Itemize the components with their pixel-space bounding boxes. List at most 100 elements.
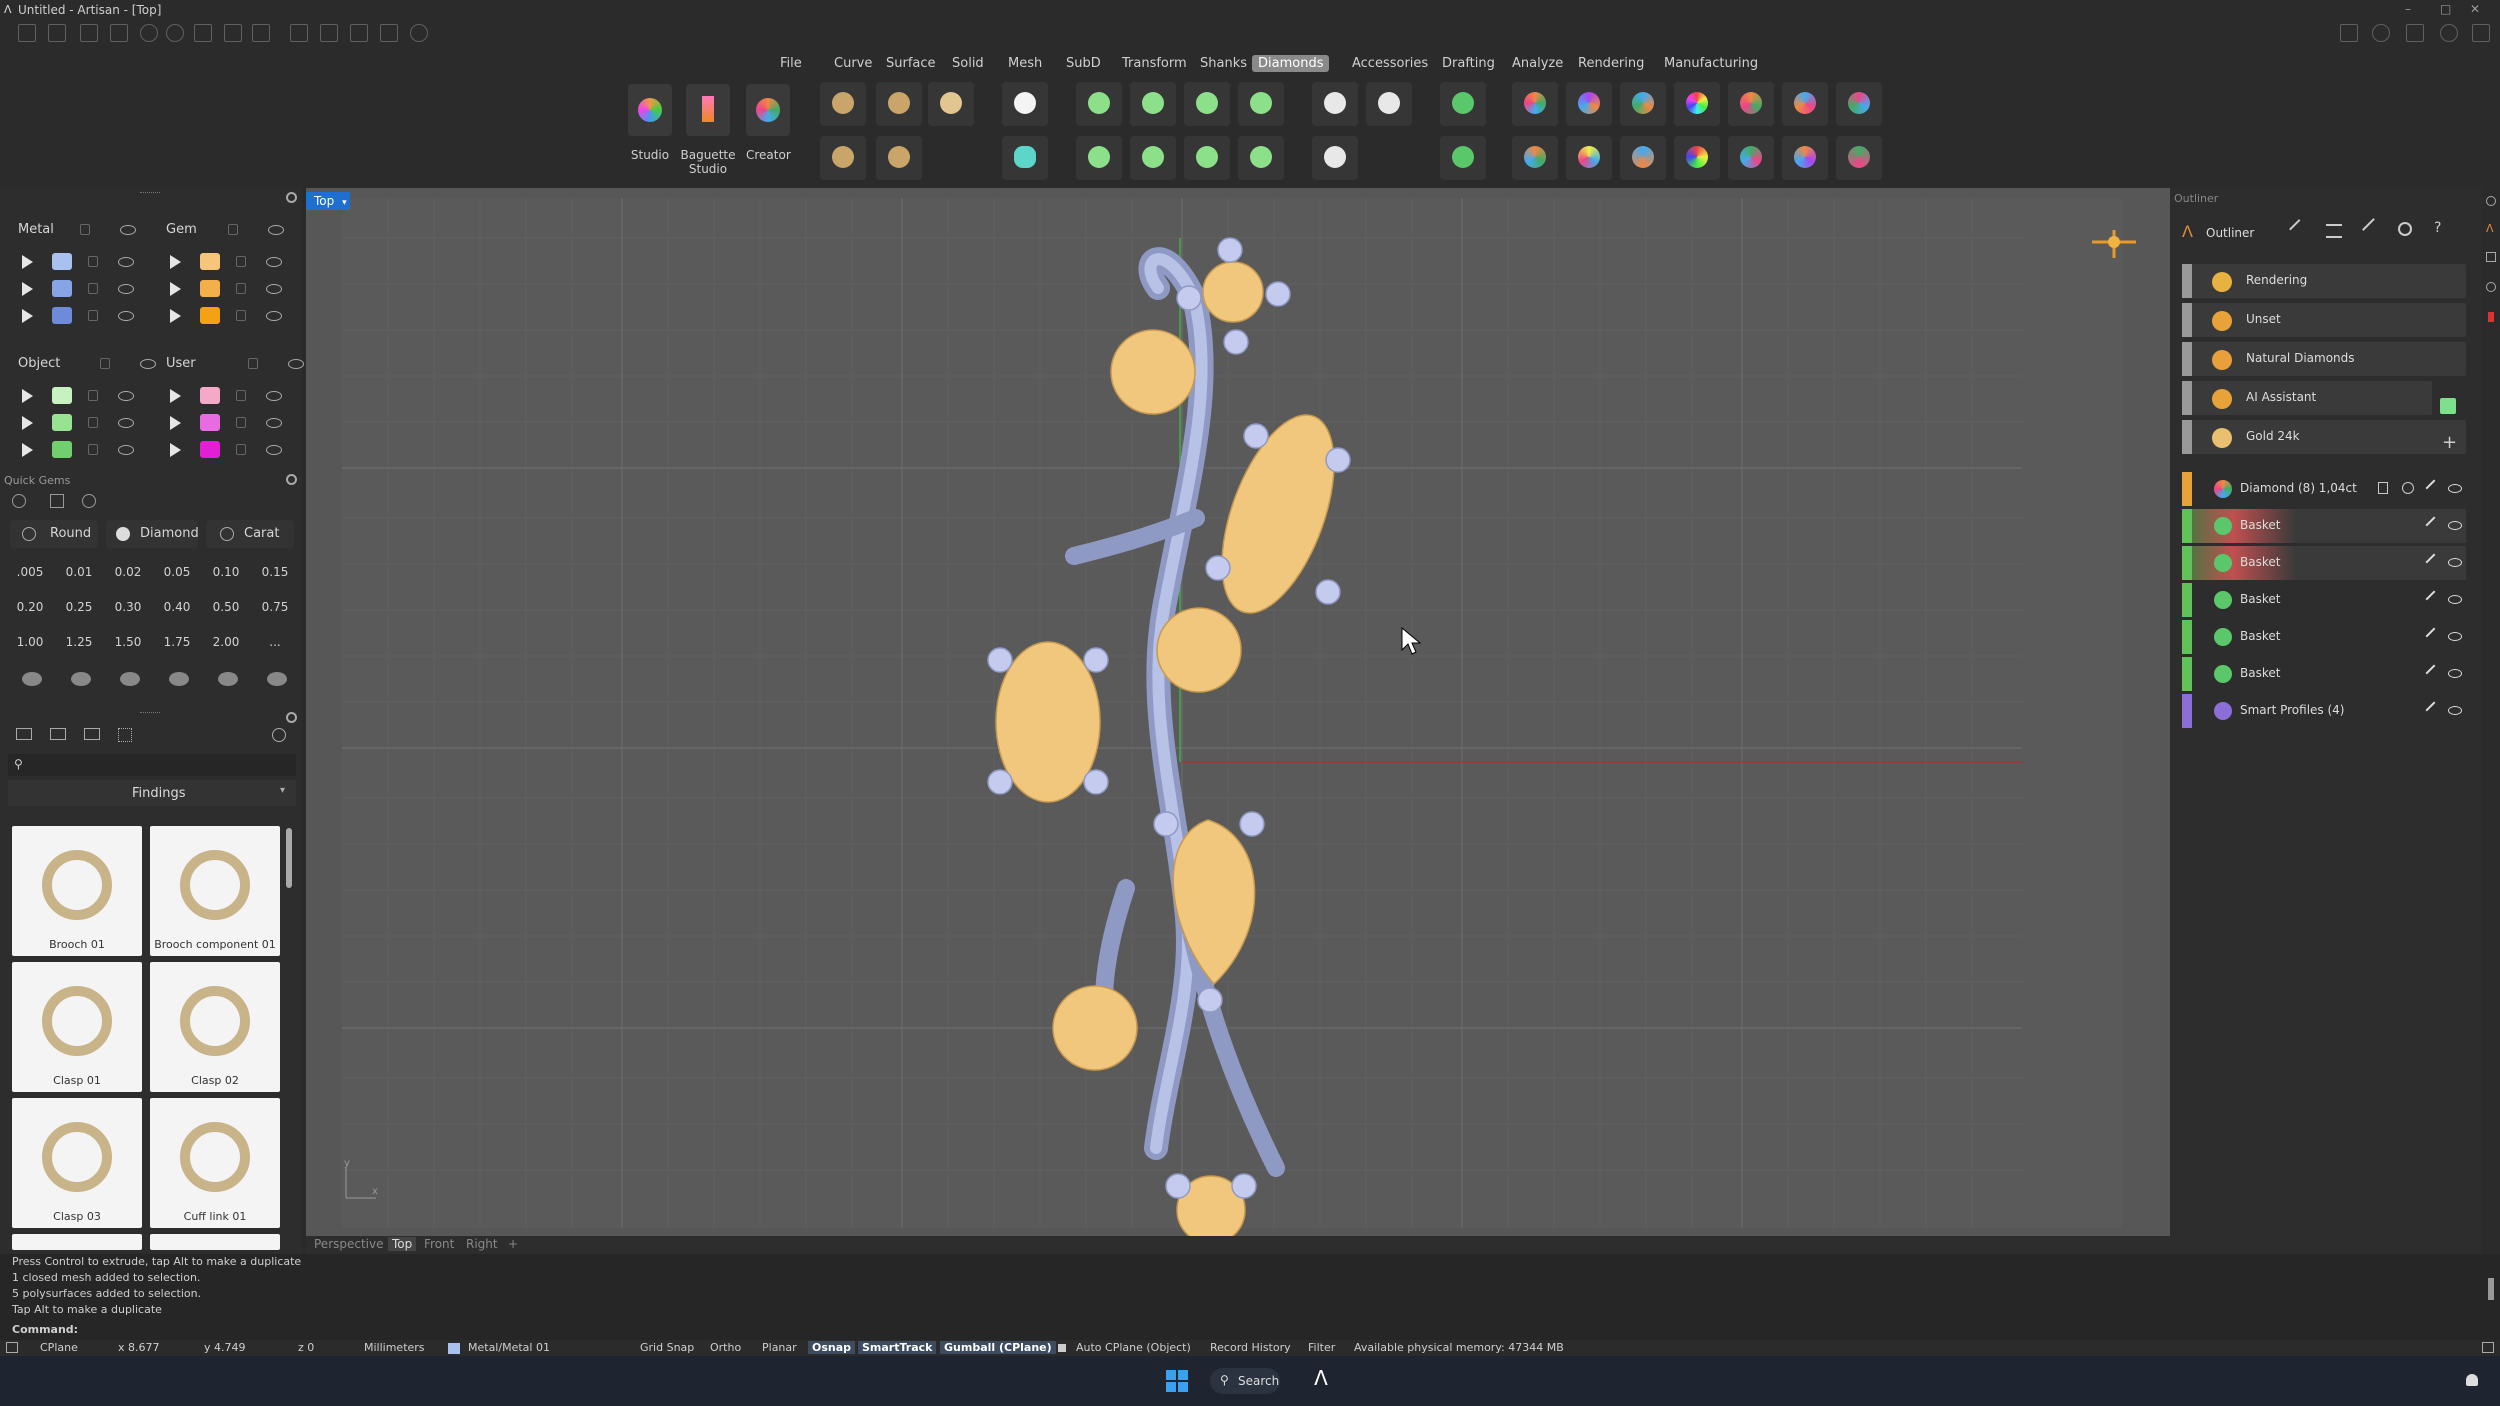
metal-layer-3-play-icon[interactable] bbox=[22, 309, 33, 323]
halo-setting-button[interactable] bbox=[1238, 136, 1284, 180]
outliner-panel-rendering[interactable]: Rendering bbox=[2182, 264, 2466, 298]
channel-setting-button[interactable] bbox=[1184, 82, 1230, 126]
open-icon[interactable] bbox=[80, 24, 98, 42]
object-layer-1-color[interactable] bbox=[52, 387, 72, 404]
gem-layer-3-eye-icon[interactable] bbox=[266, 311, 282, 321]
oval-gem-button[interactable] bbox=[1002, 136, 1048, 180]
gem-count-button[interactable] bbox=[1512, 136, 1558, 180]
edit-icon[interactable] bbox=[2425, 627, 2443, 645]
gem-material-button[interactable] bbox=[1728, 82, 1774, 126]
pencil-icon[interactable] bbox=[2362, 218, 2382, 238]
metal-layer-2-lock-icon[interactable] bbox=[88, 283, 98, 294]
gem-scatter-button[interactable] bbox=[820, 136, 866, 180]
gem-size-button[interactable]: 0.25 bbox=[57, 593, 101, 621]
viewport-tab-right[interactable]: Right bbox=[466, 1237, 498, 1251]
user-layer-1-lock-icon[interactable] bbox=[236, 390, 246, 401]
record-history-toggle[interactable]: Record History bbox=[1206, 1341, 1295, 1354]
outliner-tree-row[interactable]: Diamond (8) 1,04ct bbox=[2182, 472, 2466, 506]
outliner-tree-row[interactable]: Basket bbox=[2182, 509, 2466, 543]
library-item[interactable]: Clasp 02 bbox=[150, 962, 280, 1092]
user-layer-1-play-icon[interactable] bbox=[170, 389, 181, 403]
outliner-tree-row[interactable]: Basket bbox=[2182, 657, 2466, 691]
new-template-icon[interactable] bbox=[48, 24, 66, 42]
viewport-canvas[interactable]: x y bbox=[306, 188, 2170, 1236]
library-item[interactable]: Brooch 01 bbox=[12, 826, 142, 956]
prong-setting-button[interactable] bbox=[1076, 82, 1122, 126]
gem-layer-3-color[interactable] bbox=[200, 307, 220, 324]
pave-setting-button[interactable] bbox=[1238, 82, 1284, 126]
metal-layer-2-color[interactable] bbox=[52, 280, 72, 297]
left-panel-gear-icon[interactable] bbox=[286, 192, 297, 203]
current-layer[interactable]: Metal/Metal 01 bbox=[464, 1341, 554, 1354]
gem-align-button[interactable] bbox=[1836, 82, 1882, 126]
status-panel-icon[interactable] bbox=[2482, 1342, 2494, 1353]
user-layer-2-eye-icon[interactable] bbox=[266, 418, 282, 428]
gem-search-button[interactable] bbox=[1620, 82, 1666, 126]
measure-icon[interactable] bbox=[350, 24, 368, 42]
library-item-partial[interactable] bbox=[150, 1234, 280, 1250]
user-layer-1-color[interactable] bbox=[200, 387, 220, 404]
metal-visibility-all-icon[interactable] bbox=[120, 225, 136, 235]
gem-layer-1-color[interactable] bbox=[200, 253, 220, 270]
cup-setting-button[interactable] bbox=[1130, 136, 1176, 180]
smarttrack-toggle[interactable]: SmartTrack bbox=[858, 1341, 937, 1354]
save-as-icon[interactable] bbox=[224, 24, 242, 42]
gem-export-button[interactable] bbox=[1836, 136, 1882, 180]
visibility-eye-icon[interactable] bbox=[2448, 484, 2462, 493]
object-layer-1-play-icon[interactable] bbox=[22, 389, 33, 403]
command-prompt[interactable]: Command: bbox=[12, 1322, 78, 1338]
studio-button[interactable] bbox=[628, 84, 672, 136]
viewport-menu-icon[interactable]: ▾ bbox=[342, 198, 347, 208]
metal-layer-1-eye-icon[interactable] bbox=[118, 257, 134, 267]
object-layer-2-play-icon[interactable] bbox=[22, 416, 33, 430]
library-save-icon[interactable] bbox=[84, 728, 100, 740]
gem-size-button[interactable]: 0.02 bbox=[106, 558, 150, 586]
library-grid-icon[interactable] bbox=[118, 728, 132, 742]
gem-shape-5-icon[interactable] bbox=[218, 672, 238, 686]
gem-size-button[interactable]: 0.10 bbox=[204, 558, 248, 586]
library-item[interactable]: Clasp 03 bbox=[12, 1098, 142, 1228]
undo-icon[interactable] bbox=[140, 24, 158, 42]
library-category-dropdown[interactable]: Findings ▾ bbox=[8, 780, 296, 806]
strip-layers-icon[interactable] bbox=[2486, 252, 2496, 262]
osnap-toggle[interactable]: Osnap bbox=[808, 1341, 856, 1354]
gem-group-button[interactable] bbox=[1782, 136, 1828, 180]
redo-icon[interactable] bbox=[166, 24, 184, 42]
gem-report-button[interactable] bbox=[1566, 82, 1612, 126]
object-layer-1-eye-icon[interactable] bbox=[118, 391, 134, 401]
gem-weight-button[interactable] bbox=[1566, 136, 1612, 180]
gem-size-button[interactable]: 1.25 bbox=[57, 628, 101, 656]
outliner-panel-ai-assistant[interactable]: AI Assistant bbox=[2182, 381, 2432, 415]
gem-size-button[interactable]: 0.75 bbox=[253, 593, 297, 621]
library-gear-icon[interactable] bbox=[286, 712, 297, 723]
gem-layer-3-play-icon[interactable] bbox=[170, 309, 181, 323]
open-folder-icon[interactable] bbox=[110, 24, 128, 42]
gem-shape-6-icon[interactable] bbox=[267, 672, 287, 686]
edit-icon[interactable] bbox=[2425, 701, 2443, 719]
metal-layer-1-lock-icon[interactable] bbox=[88, 256, 98, 267]
outliner-panel-unset[interactable]: Unset bbox=[2182, 303, 2466, 337]
metal-layer-3-lock-icon[interactable] bbox=[88, 310, 98, 321]
gem-size-button[interactable]: 0.05 bbox=[155, 558, 199, 586]
visibility-eye-icon[interactable] bbox=[2448, 632, 2462, 641]
baguette-studio-button[interactable] bbox=[686, 84, 730, 136]
filter-toggle[interactable]: Filter bbox=[1304, 1341, 1339, 1354]
gem-size-button[interactable]: ... bbox=[253, 628, 297, 656]
gem-shape-1-icon[interactable] bbox=[22, 672, 42, 686]
auto-cplane-toggle[interactable]: Auto CPlane (Object) bbox=[1072, 1341, 1195, 1354]
gem-size-button[interactable]: .005 bbox=[8, 558, 52, 586]
outliner-tree-row[interactable]: Basket bbox=[2182, 546, 2466, 580]
gem-size-button[interactable]: 0.40 bbox=[155, 593, 199, 621]
library-item-partial[interactable] bbox=[12, 1234, 142, 1250]
gem-layer-3-lock-icon[interactable] bbox=[236, 310, 246, 321]
pave-cluster-2-button[interactable] bbox=[1366, 82, 1412, 126]
share-icon[interactable] bbox=[2472, 24, 2490, 42]
strip-settings-icon[interactable] bbox=[2486, 196, 2496, 206]
gem-on-curve-button[interactable] bbox=[820, 82, 866, 126]
library-item[interactable]: Clasp 01 bbox=[12, 962, 142, 1092]
left-panel-grip[interactable] bbox=[140, 192, 160, 195]
metal-layer-2-play-icon[interactable] bbox=[22, 282, 33, 296]
metal-layer-1-play-icon[interactable] bbox=[22, 255, 33, 269]
gem-layer-1-eye-icon[interactable] bbox=[266, 257, 282, 267]
outliner-panel-natural-diamonds[interactable]: Natural Diamonds bbox=[2182, 342, 2466, 376]
